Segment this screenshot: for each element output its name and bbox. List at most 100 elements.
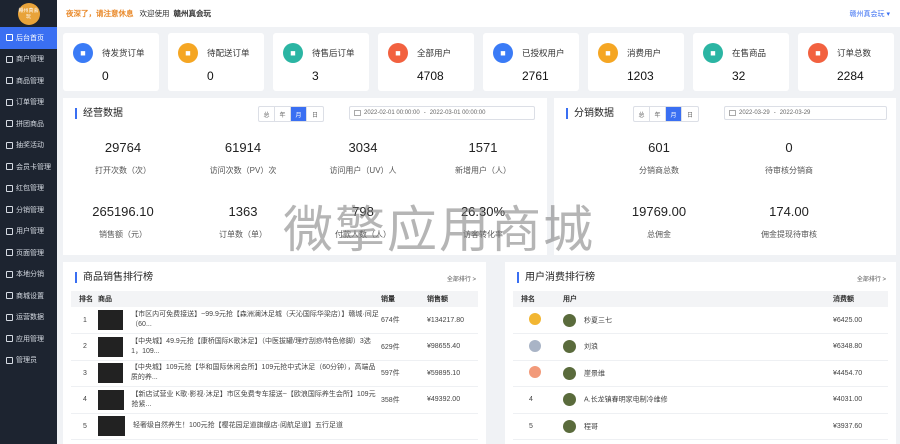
row-rank: 5 xyxy=(71,413,98,440)
sidebar-item-label: 本地分销 xyxy=(16,271,44,279)
home-icon xyxy=(6,34,13,42)
goods-rank-panel: 商品销售排行榜 全部排行 > 排名 商品 销量 销售额 1 【市区内可免费接送】~… xyxy=(63,262,486,444)
redpacket-icon xyxy=(6,184,13,192)
avatar xyxy=(563,419,576,433)
sidebar-item-label: 运营数据 xyxy=(16,314,44,322)
tab-1[interactable]: 年 xyxy=(650,107,666,121)
sidebar-item-label: 红包管理 xyxy=(16,185,44,193)
row-amount: ¥134217.80 xyxy=(427,307,478,334)
metric-label: 访问用户（UV）人 xyxy=(329,166,397,175)
product-thumbnail xyxy=(98,416,125,437)
distribution-panel: 分销数据 总年月日 2022-03-29 - 2022-03-29 601 分销商… xyxy=(554,98,896,255)
stat-card[interactable]: ■ 订单总数 2284 xyxy=(798,33,894,91)
rest-warning: 夜深了，请注意休息 xyxy=(66,9,134,18)
col-qty: 销量 xyxy=(381,291,427,307)
sidebar-item-6[interactable]: 会员卡管理 xyxy=(0,156,57,178)
row-rank: 3 xyxy=(71,360,98,387)
tab-0[interactable]: 总 xyxy=(259,107,275,121)
user-name[interactable]: 秒夏三七 xyxy=(584,317,612,324)
user-rank-more-link[interactable]: 全部排行 > xyxy=(857,274,886,283)
tab-3[interactable]: 日 xyxy=(307,107,323,121)
metric-value: 29764 xyxy=(104,140,142,155)
row-spend: ¥6425.00 xyxy=(833,307,888,334)
table-row[interactable]: 5 程哥 ¥3937.60 xyxy=(513,413,888,440)
sidebar-item-12[interactable]: 商城设置 xyxy=(0,285,57,307)
row-user: 秒夏三七 xyxy=(563,307,833,334)
sidebar-item-15[interactable]: 管理员 xyxy=(0,350,57,372)
sidebar-item-3[interactable]: 订单管理 xyxy=(0,92,57,114)
table-row[interactable]: 崖景维 ¥4454.70 xyxy=(513,360,888,387)
user-name[interactable]: 崖景维 xyxy=(584,370,605,377)
sidebar-item-7[interactable]: 红包管理 xyxy=(0,178,57,200)
table-row[interactable]: 3 【中央城】109元抢【华和国际休闲会所】109元抢中式沐足（60分钟），高端品… xyxy=(71,360,478,387)
user-name[interactable]: 程哥 xyxy=(584,423,598,430)
col-amount: 销售额 xyxy=(427,291,478,307)
row-user: 崖景维 xyxy=(563,360,833,387)
rank-number: 5 xyxy=(529,422,533,430)
watermark: 微擎应用商城 xyxy=(283,201,595,259)
sidebar-item-14[interactable]: 应用管理 xyxy=(0,328,57,350)
product-name[interactable]: 【中央城】109元抢【华和国际休闲会所】109元抢中式沐足（60分钟），高端品质… xyxy=(131,363,381,383)
stat-label: 待售后订单 xyxy=(312,48,355,58)
sidebar-item-4[interactable]: 拼团商品 xyxy=(0,113,57,135)
sidebar-item-2[interactable]: 商品管理 xyxy=(0,70,57,92)
tab-0[interactable]: 总 xyxy=(634,107,650,121)
service-icon: ■ xyxy=(283,43,303,63)
product-name[interactable]: 【新店试营业 K歌·影视·沐足】市区免费专车接送~【欧浪国际养生会所】109元抢… xyxy=(132,390,381,410)
medal-icon xyxy=(529,313,541,325)
account-dropdown[interactable]: 赣州真会玩 ▾ xyxy=(850,9,890,19)
sidebar-item-8[interactable]: 分销管理 xyxy=(0,199,57,221)
table-row[interactable]: 秒夏三七 ¥6425.00 xyxy=(513,307,888,334)
tab-3[interactable]: 日 xyxy=(682,107,698,121)
sidebar-item-5[interactable]: 抽奖活动 xyxy=(0,135,57,157)
sidebar-item-label: 商品管理 xyxy=(16,77,44,85)
row-rank: 1 xyxy=(71,307,98,334)
product-name[interactable]: 【市区内可免费接送】~99.9元抢【森洲澜沐足城（天沁国际华梁店）】赣城·间足（… xyxy=(131,310,381,330)
tab-1[interactable]: 年 xyxy=(275,107,291,121)
goods-rank-more-link[interactable]: 全部排行 > xyxy=(447,274,476,283)
business-tabs: 总年月日 xyxy=(258,106,324,122)
sidebar-item-0[interactable]: 后台首页 xyxy=(0,27,57,49)
row-user: 程哥 xyxy=(563,413,833,440)
metric-item: 174.00 佣金提现待审核 xyxy=(739,204,839,240)
sidebar-item-9[interactable]: 用户管理 xyxy=(0,221,57,243)
stat-card[interactable]: ■ 待发货订单 0 xyxy=(63,33,159,91)
table-row[interactable]: 5 轻奢级自然养生！100元抢【樱花园足道旗舰店·阅航足道】五行足道 xyxy=(71,413,478,440)
table-row[interactable]: 刘浪 ¥6348.80 xyxy=(513,333,888,361)
stat-value: 0 xyxy=(102,69,109,83)
date-separator: - xyxy=(423,110,426,116)
product-name[interactable]: 轻奢级自然养生！100元抢【樱花园足道旗舰店·阅航足道】五行足道 xyxy=(133,421,343,431)
welcome-text: 欢迎使用 xyxy=(139,9,170,18)
auth-icon: ■ xyxy=(493,43,513,63)
row-rank: 4 xyxy=(71,386,98,414)
user-name[interactable]: A.长龙镇春明家电制冷维修 xyxy=(584,397,668,404)
tab-2[interactable]: 月 xyxy=(666,107,682,121)
table-row[interactable]: 4 A.长龙镇春明家电制冷维修 ¥4031.00 xyxy=(513,386,888,414)
user-name[interactable]: 刘浪 xyxy=(584,344,598,351)
stat-card[interactable]: ■ 已授权用户 2761 xyxy=(483,33,579,91)
stat-card[interactable]: ■ 全部用户 4708 xyxy=(378,33,474,91)
sidebar-item-1[interactable]: 商户管理 xyxy=(0,49,57,71)
sidebar-item-label: 抽奖活动 xyxy=(16,142,44,150)
sidebar-item-13[interactable]: 运营数据 xyxy=(0,307,57,329)
stat-card[interactable]: ■ 待配送订单 0 xyxy=(168,33,264,91)
sidebar-item-label: 会员卡管理 xyxy=(16,163,51,171)
row-goods: 【新店试营业 K歌·影视·沐足】市区免费专车接送~【欧浪国际养生会所】109元抢… xyxy=(98,386,381,414)
tab-2[interactable]: 月 xyxy=(291,107,307,121)
sidebar-item-label: 订单管理 xyxy=(16,99,44,107)
stat-card[interactable]: ■ 在售商品 32 xyxy=(693,33,789,91)
table-row[interactable]: 4 【新店试营业 K歌·影视·沐足】市区免费专车接送~【欧浪国际养生会所】109元… xyxy=(71,386,478,414)
date-end: 2022-03-29 xyxy=(779,110,811,116)
stat-card[interactable]: ■ 待售后订单 3 xyxy=(273,33,369,91)
sidebar-item-10[interactable]: 页面管理 xyxy=(0,242,57,264)
business-date-range[interactable]: 2022-02-01 00:00:00 - 2022-03-01 00:00:0… xyxy=(349,106,535,120)
product-name[interactable]: 【中央城】49.9元抢【康桥国际K歌沐足】（中医拔罐/理疗刮痧/特色修脚）3选1… xyxy=(131,337,381,357)
logo[interactable]: 赣州真会玩 xyxy=(0,0,57,27)
calendar-icon xyxy=(354,110,361,116)
goods-rank-table: 排名 商品 销量 销售额 1 【市区内可免费接送】~99.9元抢【森洲澜沐足城（天… xyxy=(71,291,478,440)
table-row[interactable]: 2 【中央城】49.9元抢【康桥国际K歌沐足】（中医拔罐/理疗刮痧/特色修脚）3选… xyxy=(71,333,478,361)
distribution-date-range[interactable]: 2022-03-29 - 2022-03-29 xyxy=(724,106,887,120)
stat-card[interactable]: ■ 消费用户 1203 xyxy=(588,33,684,91)
table-row[interactable]: 1 【市区内可免费接送】~99.9元抢【森洲澜沐足城（天沁国际华梁店）】赣城·间足… xyxy=(71,307,478,334)
sidebar-item-11[interactable]: 本地分销 xyxy=(0,264,57,286)
